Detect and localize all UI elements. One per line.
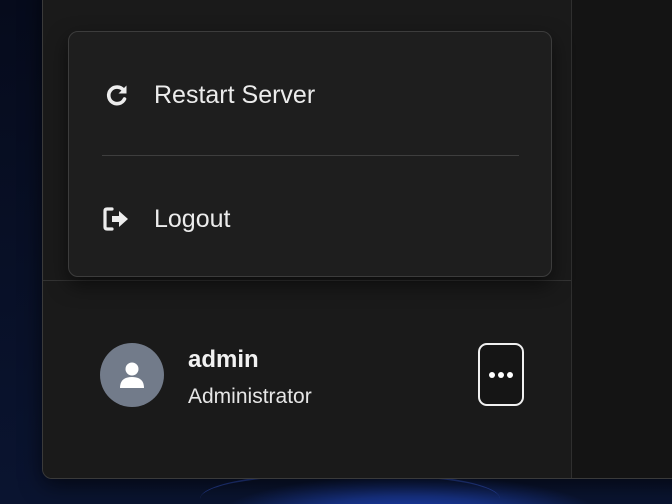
ellipsis-icon: [489, 371, 513, 378]
avatar: [100, 343, 164, 407]
restart-server-menu-item[interactable]: Restart Server: [69, 65, 551, 125]
sidebar-divider: [43, 280, 571, 281]
logout-icon: [102, 204, 132, 234]
more-options-button[interactable]: [478, 343, 524, 406]
user-popup-menu: Restart Server Logout: [68, 31, 552, 277]
menu-separator: [102, 155, 519, 156]
user-icon: [120, 362, 144, 388]
refresh-icon: [102, 80, 132, 110]
user-name: admin: [188, 346, 259, 373]
logout-menu-item[interactable]: Logout: [69, 189, 551, 249]
user-profile: admin Administrator: [100, 343, 530, 411]
logout-label: Logout: [154, 204, 231, 233]
main-pane: [572, 0, 672, 478]
user-role: Administrator: [188, 385, 312, 408]
restart-server-label: Restart Server: [154, 80, 316, 109]
